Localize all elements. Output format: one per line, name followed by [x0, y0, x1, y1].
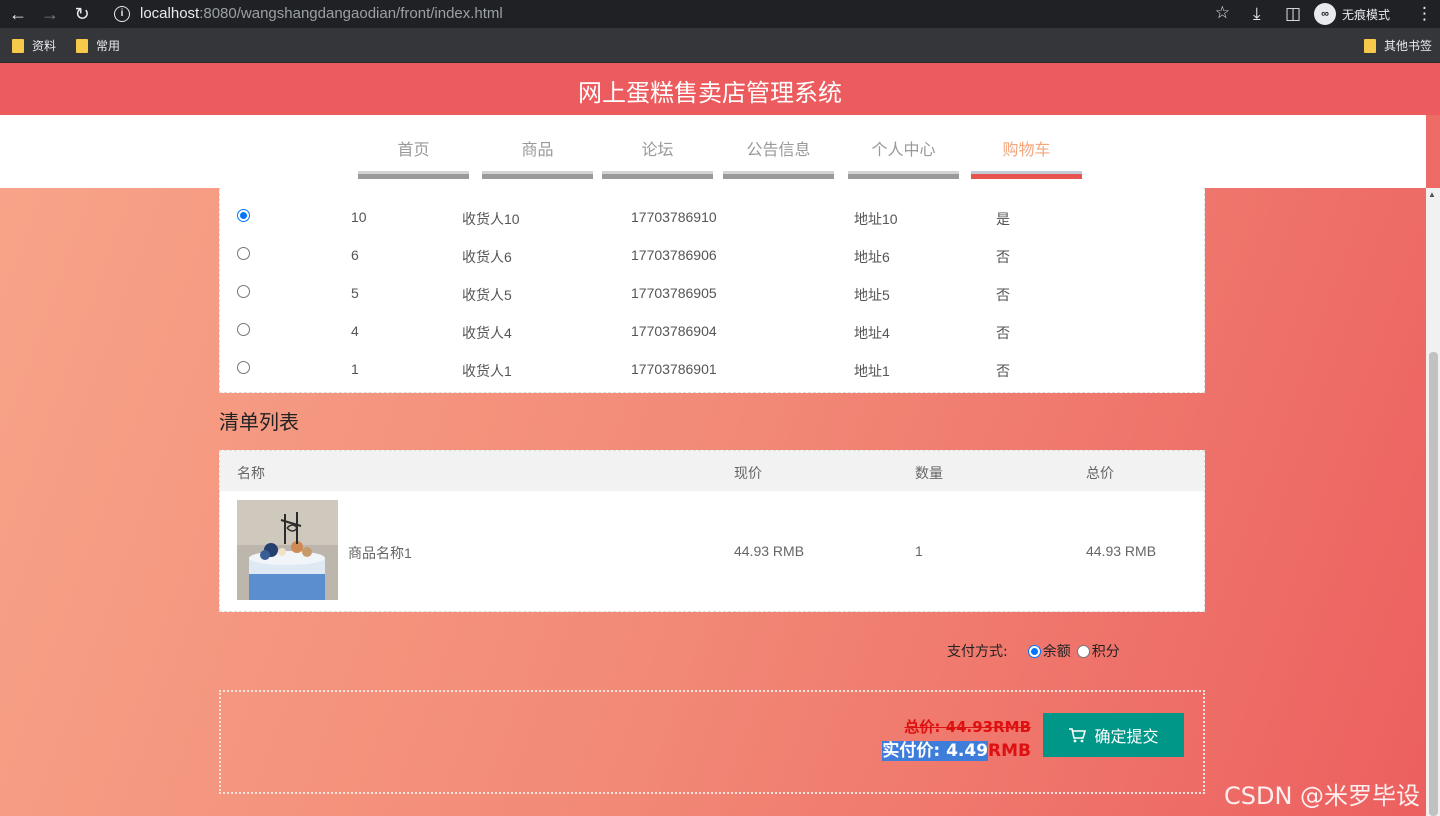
bookmark-ziliao[interactable]: 资料 — [12, 37, 56, 54]
address-row[interactable]: 4 收货人4 17703786904 地址4 否 — [220, 312, 1204, 350]
nav-profile[interactable]: 个人中心 — [848, 136, 959, 179]
product-image[interactable] — [237, 500, 338, 600]
address-radio[interactable] — [237, 247, 250, 260]
product-name: 商品名称1 — [348, 545, 412, 561]
main-nav: 首页 商品 论坛 公告信息 个人中心 购物车 — [0, 115, 1426, 188]
table-header: 名称 现价 数量 总价 — [220, 451, 1204, 491]
bookmark-changyong[interactable]: 常用 — [76, 37, 120, 54]
address-row[interactable]: 5 收货人5 17703786905 地址5 否 — [220, 274, 1204, 312]
payment-radio[interactable] — [1076, 644, 1090, 658]
incognito-label: 无痕模式 — [1342, 7, 1391, 22]
download-icon[interactable]: ⤓ — [1253, 2, 1261, 26]
browser-toolbar: ← → ↻ i localhost:8080/wangshangdangaodi… — [0, 0, 1440, 28]
nav-forum[interactable]: 论坛 — [602, 136, 713, 179]
product-qty: 1 — [915, 543, 923, 559]
menu-icon[interactable]: ⋮ — [1416, 2, 1433, 26]
cart-icon — [1069, 728, 1087, 743]
payment-option-balance[interactable]: 余额 — [1027, 641, 1071, 661]
scroll-up-arrow-icon[interactable]: ▲ — [1428, 190, 1436, 199]
folder-icon — [1364, 38, 1376, 53]
checkout-summary: 总价: 44.93RMB 实付价: 4.49RMB 确定提交 — [219, 690, 1205, 794]
payment-label: 支付方式: — [947, 644, 1008, 660]
address-row[interactable]: 6 收货人6 17703786906 地址6 否 — [220, 236, 1204, 274]
site-info-icon[interactable]: i — [114, 6, 130, 22]
reload-icon[interactable]: ↻ — [70, 2, 94, 26]
watermark: CSDN @米罗毕设 — [1224, 782, 1421, 810]
product-total: 44.93 RMB — [1086, 543, 1157, 559]
submit-order-button[interactable]: 确定提交 — [1043, 713, 1184, 757]
address-row[interactable]: 10 收货人10 17703786910 地址10 是 — [220, 198, 1204, 236]
incognito-icon: ∞ — [1314, 3, 1336, 25]
original-total: 总价: 44.93RMB — [904, 718, 1031, 736]
address-radio[interactable] — [237, 285, 250, 298]
url-text[interactable]: localhost:8080/wangshangdangaodian/front… — [140, 5, 503, 22]
address-radio[interactable] — [237, 323, 250, 336]
folder-icon — [12, 38, 24, 53]
order-table: 名称 现价 数量 总价 商品名称1 44.93 RMB 1 44.93 RMB — [219, 450, 1205, 612]
address-bar[interactable]: i localhost:8080/wangshangdangaodian/fro… — [104, 1, 1240, 27]
site-header: 网上蛋糕售卖店管理系统 — [0, 63, 1440, 115]
scrollbar-thumb[interactable] — [1429, 352, 1438, 816]
address-row[interactable]: 1 收货人1 17703786901 地址1 否 — [220, 350, 1204, 388]
back-icon[interactable]: ← — [6, 2, 30, 26]
payment-method: 支付方式: 余额 积分 — [947, 641, 1126, 661]
incognito-badge[interactable]: ∞ 无痕模式 — [1314, 2, 1390, 26]
site-title: 网上蛋糕售卖店管理系统 — [578, 79, 842, 107]
address-table: 10 收货人10 17703786910 地址10 是 6 收货人6 17703… — [219, 188, 1205, 393]
bookmark-other[interactable]: 其他书签 — [1364, 37, 1432, 54]
payment-radio[interactable] — [1027, 644, 1041, 658]
forward-icon[interactable]: → — [38, 2, 62, 26]
nav-home[interactable]: 首页 — [358, 136, 469, 179]
nav-products[interactable]: 商品 — [482, 136, 593, 179]
side-panel-icon[interactable]: ◫ — [1285, 2, 1301, 26]
product-price: 44.93 RMB — [734, 543, 805, 559]
table-row: 商品名称1 44.93 RMB 1 44.93 RMB — [220, 491, 1204, 611]
address-radio[interactable] — [237, 209, 250, 222]
nav-notices[interactable]: 公告信息 — [723, 136, 834, 179]
payment-option-points[interactable]: 积分 — [1076, 641, 1120, 661]
bookmarks-bar — [0, 28, 1440, 63]
payable-total: 实付价: 4.49RMB — [882, 741, 1031, 761]
page-viewport: 网上蛋糕售卖店管理系统 首页 商品 论坛 公告信息 个人中心 购物车 10 收货… — [0, 63, 1440, 816]
bookmark-star-icon[interactable]: ☆ — [1215, 3, 1230, 23]
nav-cart[interactable]: 购物车 — [971, 136, 1082, 179]
order-list-title: 清单列表 — [219, 410, 299, 434]
address-radio[interactable] — [237, 361, 250, 374]
folder-icon — [76, 38, 88, 53]
